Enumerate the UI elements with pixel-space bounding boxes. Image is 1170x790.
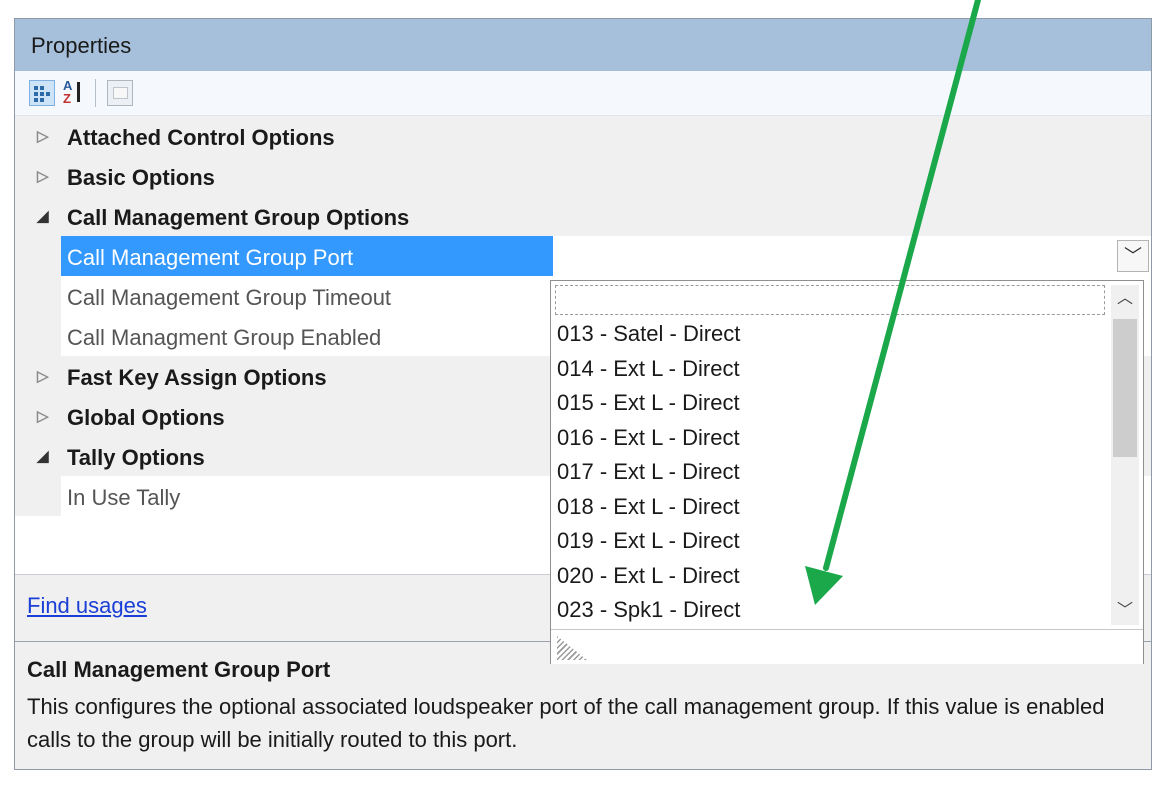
dropdown-option[interactable]: 016 - Ext L - Direct	[551, 421, 1107, 456]
category-label: Global Options	[67, 405, 225, 430]
category-label: Attached Control Options	[67, 125, 335, 150]
categorized-icon[interactable]	[29, 80, 55, 106]
property-row-selected[interactable]: ﹀ Call Management Group Port	[15, 236, 1151, 276]
category-row[interactable]: ◢ Call Management Group Options	[15, 196, 1151, 236]
category-label: Call Management Group Options	[67, 205, 410, 230]
property-label: Call Management Group Timeout	[67, 285, 392, 310]
dropdown-button-icon[interactable]: ﹀	[1117, 240, 1149, 272]
dropdown-option[interactable]: 017 - Ext L - Direct	[551, 455, 1107, 490]
dropdown-option[interactable]: 013 - Satel - Direct	[551, 317, 1107, 352]
scroll-up-icon[interactable]: ︿	[1111, 285, 1139, 313]
description-body: This configures the optional associated …	[27, 694, 1105, 752]
row-gutter	[15, 276, 61, 316]
description-title: Call Management Group Port	[27, 657, 331, 682]
dropdown-option[interactable]: 019 - Ext L - Direct	[551, 524, 1107, 559]
panel-title: Properties	[31, 33, 132, 58]
category-row[interactable]: ▷ Attached Control Options	[15, 116, 1151, 156]
find-usages-link[interactable]: Find usages	[27, 593, 147, 619]
dropdown-option[interactable]: 015 - Ext L - Direct	[551, 386, 1107, 421]
expand-icon[interactable]: ▷	[37, 167, 49, 185]
dropdown-option[interactable]: 023 - Spk1 - Direct	[551, 593, 1107, 628]
category-label: Basic Options	[67, 165, 215, 190]
dropdown-option[interactable]: 018 - Ext L - Direct	[551, 490, 1107, 525]
sort-z-letter: Z	[63, 91, 71, 106]
sort-arrow	[77, 82, 80, 102]
expand-icon[interactable]: ▷	[37, 407, 49, 425]
dropdown-scrollbar[interactable]: ︿ ﹀	[1111, 285, 1139, 625]
property-label: Call Managment Group Enabled	[67, 325, 382, 350]
properties-toolbar: A Z	[15, 71, 1151, 116]
scroll-down-icon[interactable]: ﹀	[1111, 597, 1139, 625]
toolbar-separator	[95, 79, 96, 107]
collapse-icon[interactable]: ◢	[37, 447, 49, 465]
expand-icon[interactable]: ▷	[37, 127, 49, 145]
dropdown-options: 013 - Satel - Direct 014 - Ext L - Direct…	[551, 317, 1107, 628]
resize-grip-icon[interactable]	[557, 636, 587, 660]
category-row[interactable]: ▷ Basic Options	[15, 156, 1151, 196]
category-label: Tally Options	[67, 445, 205, 470]
property-pages-icon[interactable]	[107, 80, 133, 106]
scroll-thumb[interactable]	[1113, 319, 1137, 457]
dropdown-option[interactable]: 014 - Ext L - Direct	[551, 352, 1107, 387]
category-label: Fast Key Assign Options	[67, 365, 327, 390]
dropdown-filter-input[interactable]	[555, 285, 1105, 315]
row-gutter	[15, 236, 61, 276]
row-gutter	[15, 316, 61, 356]
collapse-icon[interactable]: ◢	[37, 207, 49, 225]
dropdown-option[interactable]: 020 - Ext L - Direct	[551, 559, 1107, 594]
panel-title-bar: Properties	[15, 19, 1151, 72]
row-gutter	[15, 476, 61, 516]
dropdown-footer	[551, 629, 1143, 664]
property-label: In Use Tally	[67, 485, 181, 510]
port-dropdown-list[interactable]: 013 - Satel - Direct 014 - Ext L - Direct…	[550, 280, 1144, 664]
sort-alphabetical-icon[interactable]: A Z	[61, 79, 87, 106]
expand-icon[interactable]: ▷	[37, 367, 49, 385]
property-label: Call Management Group Port	[67, 245, 354, 270]
